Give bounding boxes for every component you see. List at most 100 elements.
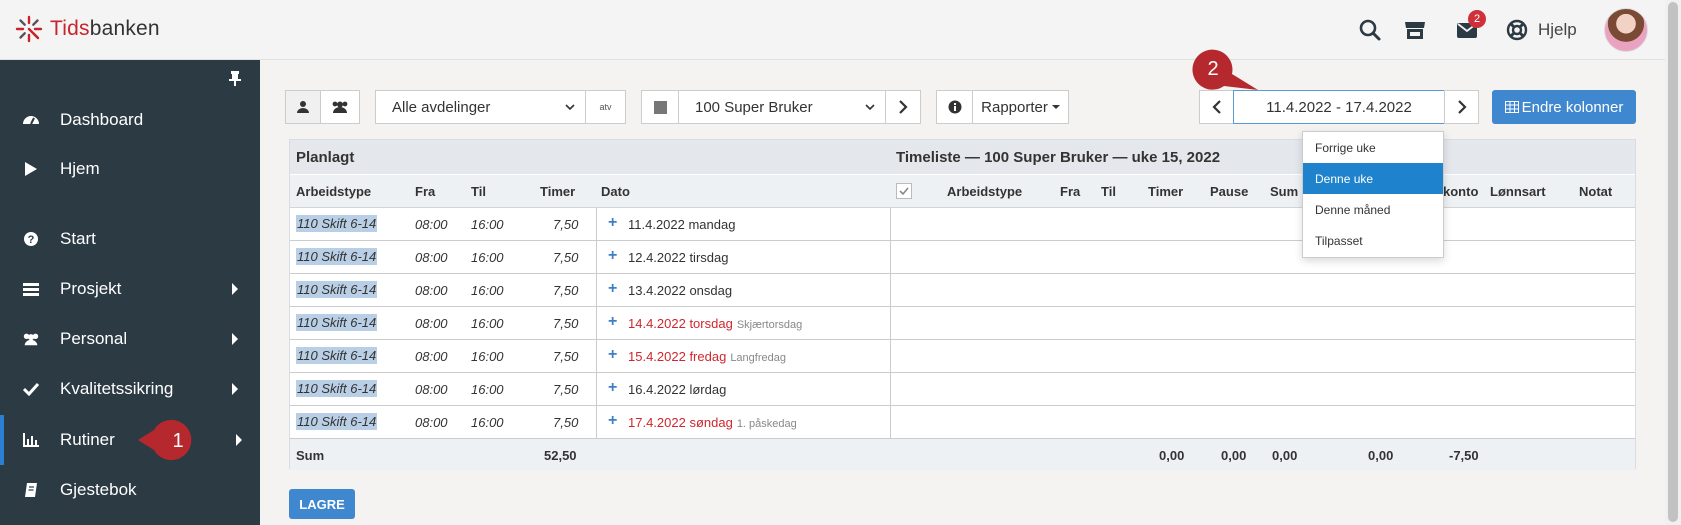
lifebuoy-icon[interactable] <box>1505 18 1529 42</box>
store-icon[interactable] <box>1403 18 1427 42</box>
previous-period-button[interactable] <box>1199 90 1234 124</box>
date-range-input[interactable]: 11.4.2022 - 17.4.2022 <box>1233 90 1445 124</box>
department-select[interactable]: Alle avdelinger <box>375 90 586 124</box>
sidebar-item-prosjekt[interactable]: Prosjekt <box>0 264 260 314</box>
shift-type[interactable]: 110 Skift 6-14 <box>296 215 378 232</box>
single-user-button[interactable] <box>285 90 321 124</box>
sum-row: Sum 52,50 0,00 0,00 0,00 0,00 -7,50 <box>290 439 1635 470</box>
shift-to: 16:00 <box>471 250 504 265</box>
sidebar-item-start[interactable]: ? Start <box>0 214 260 264</box>
table-row[interactable]: 110 Skift 6-14 08:00 16:00 7,50 + 13.4.2… <box>290 274 1635 307</box>
row-date: 14.4.2022 torsdag Skjærtorsdag <box>628 316 802 331</box>
shift-to: 16:00 <box>471 316 504 331</box>
shift-type[interactable]: 110 Skift 6-14 <box>296 413 378 430</box>
shift-type[interactable]: 110 Skift 6-14 <box>296 314 378 331</box>
chevron-down-icon <box>565 104 575 111</box>
user-toggle-button[interactable] <box>641 90 679 124</box>
callout-marker-1: 1 <box>138 420 192 460</box>
shift-from: 08:00 <box>415 283 448 298</box>
column-divider <box>890 208 891 440</box>
search-icon[interactable] <box>1358 18 1382 42</box>
sidebar: Dashboard Hjem ? Start Prosjekt Personal… <box>0 60 260 525</box>
row-date-label: 14.4.2022 torsdag <box>628 316 733 331</box>
user-select[interactable]: 100 Super Bruker <box>678 90 886 124</box>
sidebar-item-label: Gjestebok <box>60 480 137 499</box>
brand-part-2: banken <box>89 17 160 40</box>
shift-from: 08:00 <box>415 415 448 430</box>
add-entry-icon[interactable]: + <box>608 413 620 429</box>
sidebar-item-personal[interactable]: Personal <box>0 314 260 364</box>
table-row[interactable]: 110 Skift 6-14 08:00 16:00 7,50 + 15.4.2… <box>290 340 1635 373</box>
sidebar-item-kvalitetssikring[interactable]: Kvalitetssikring <box>0 364 260 414</box>
svg-text:?: ? <box>28 234 35 246</box>
pin-icon[interactable] <box>225 68 245 88</box>
chevron-right-icon <box>232 333 238 345</box>
department-select-value: Alle avdelinger <box>392 98 491 116</box>
help-link[interactable]: Hjelp <box>1538 20 1577 40</box>
add-entry-icon[interactable]: + <box>608 281 620 297</box>
shift-hours: 7,50 <box>553 283 579 298</box>
sum-pause: 0,00 <box>1221 448 1247 463</box>
table-icon <box>1504 101 1519 113</box>
dropdown-option-this-month[interactable]: Denne måned <box>1303 194 1443 225</box>
date-range-value: 11.4.2022 - 17.4.2022 <box>1266 98 1412 116</box>
next-user-button[interactable] <box>885 90 921 124</box>
reports-dropdown-button[interactable]: Rapporter <box>972 90 1069 124</box>
chevron-right-icon <box>232 283 238 295</box>
col-ts-arbeidstype: Arbeidstype <box>947 184 1023 199</box>
add-entry-icon[interactable]: + <box>608 380 620 396</box>
group-users-button[interactable] <box>320 90 360 124</box>
table-row[interactable]: 110 Skift 6-14 08:00 16:00 7,50 + 16.4.2… <box>290 373 1635 406</box>
next-period-button[interactable] <box>1444 90 1479 124</box>
select-all-checkbox[interactable] <box>896 183 912 199</box>
add-entry-icon[interactable]: + <box>608 248 620 264</box>
row-date-label: 17.4.2022 søndag <box>628 415 733 430</box>
shift-hours: 7,50 <box>553 316 579 331</box>
add-entry-icon[interactable]: + <box>608 215 620 231</box>
row-date: 15.4.2022 fredag Langfredag <box>628 349 786 364</box>
logo[interactable]: Tidsbanken <box>14 14 160 44</box>
scroll-thumb[interactable] <box>1668 2 1678 522</box>
shift-hours: 7,50 <box>553 415 579 430</box>
shift-from: 08:00 <box>415 349 448 364</box>
shift-type[interactable]: 110 Skift 6-14 <box>296 248 378 265</box>
chevron-right-icon <box>1457 100 1467 114</box>
edit-columns-label: Endre kolonner <box>1521 98 1624 116</box>
info-button[interactable] <box>936 90 973 124</box>
sidebar-item-dashboard[interactable]: Dashboard <box>0 95 260 145</box>
add-entry-icon[interactable]: + <box>608 347 620 363</box>
sidebar-item-gjestebok[interactable]: Gjestebok <box>0 465 260 515</box>
dropdown-option-previous-week[interactable]: Forrige uke <box>1303 132 1443 163</box>
shift-hours: 7,50 <box>553 217 579 232</box>
callout-number-2: 2 <box>1207 58 1218 80</box>
date-range-dropdown: Forrige uke Denne uke Denne måned Tilpas… <box>1302 131 1444 258</box>
square-icon <box>653 100 667 114</box>
page-scrollbar[interactable] <box>1665 0 1681 525</box>
col-ts-pause: Pause <box>1210 184 1249 199</box>
shift-to: 16:00 <box>471 349 504 364</box>
sum-column-value: 0,00 <box>1368 448 1394 463</box>
dropdown-option-custom[interactable]: Tilpasset <box>1303 225 1443 256</box>
atv-button[interactable]: atv <box>585 90 626 124</box>
shift-to: 16:00 <box>471 283 504 298</box>
add-entry-icon[interactable]: + <box>608 314 620 330</box>
edit-columns-button[interactable]: Endre kolonner <box>1492 90 1636 124</box>
sidebar-item-rutiner[interactable]: Rutiner <box>0 415 260 465</box>
holiday-note: Skjærtorsdag <box>736 319 803 331</box>
user-select-value: 100 Super Bruker <box>695 98 813 116</box>
dropdown-option-this-week[interactable]: Denne uke <box>1303 163 1443 194</box>
holiday-note: 1. påskedag <box>736 418 797 430</box>
row-date: 16.4.2022 lørdag <box>628 382 726 397</box>
shift-type[interactable]: 110 Skift 6-14 <box>296 347 378 364</box>
table-row[interactable]: 110 Skift 6-14 08:00 16:00 7,50 + 14.4.2… <box>290 307 1635 340</box>
table-row[interactable]: 110 Skift 6-14 08:00 16:00 7,50 + 17.4.2… <box>290 406 1635 439</box>
avatar[interactable] <box>1604 8 1648 52</box>
shift-type[interactable]: 110 Skift 6-14 <box>296 380 378 397</box>
save-button[interactable]: LAGRE <box>289 489 355 519</box>
sidebar-item-hjem[interactable]: Hjem <box>0 144 260 194</box>
shift-from: 08:00 <box>415 316 448 331</box>
row-date: 13.4.2022 onsdag <box>628 283 732 298</box>
shift-to: 16:00 <box>471 415 504 430</box>
col-ts-sum: Sum <box>1270 184 1299 199</box>
shift-type[interactable]: 110 Skift 6-14 <box>296 281 378 298</box>
